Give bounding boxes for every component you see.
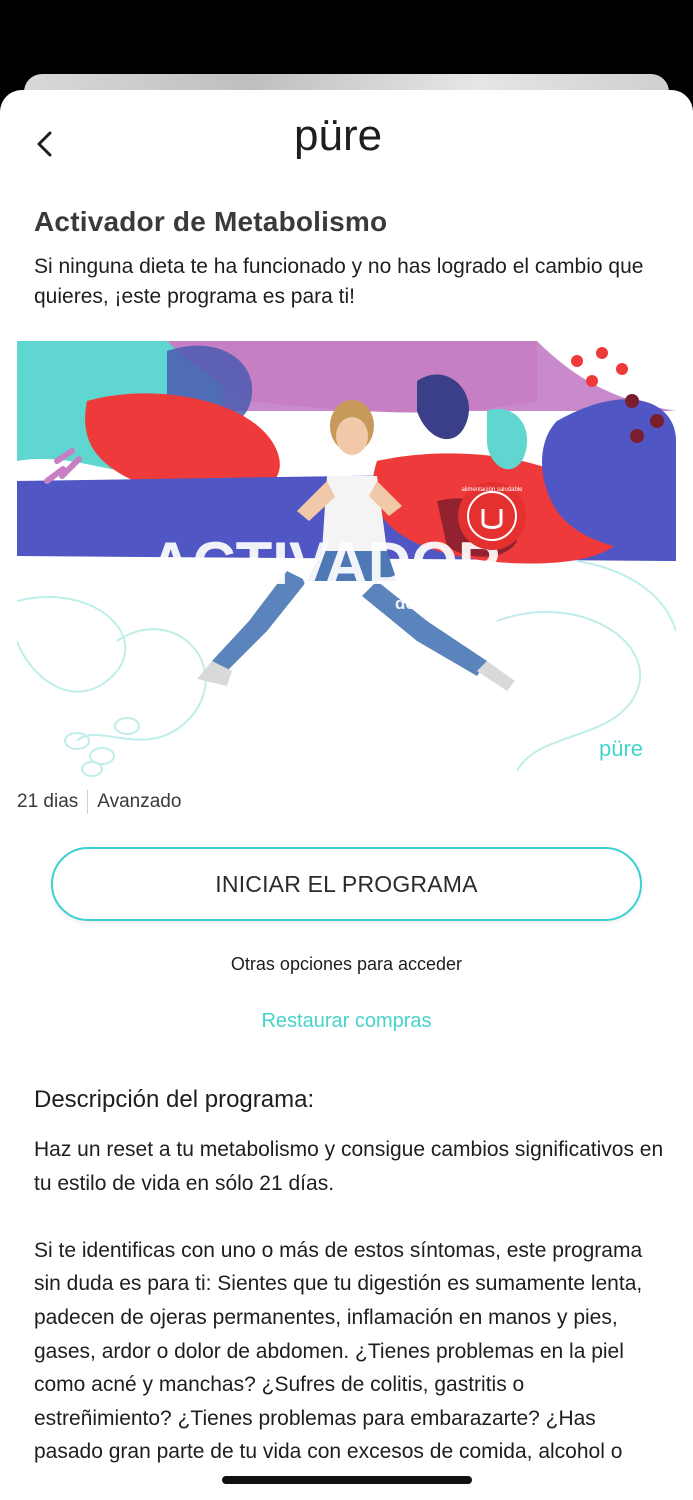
start-program-button[interactable]: INICIAR EL PROGRAMA [51, 847, 642, 921]
seal-text: alimentación saludable [461, 487, 523, 493]
description-heading: Descripción del programa: [34, 1086, 315, 1113]
program-hero-image: ACTIVADOR de metabolismo alimentación sa… [17, 341, 676, 781]
description-body: Haz un reset a tu metabolismo y consigue… [34, 1133, 664, 1500]
program-sheet: püre Activador de Metabolismo Si ninguna… [0, 90, 693, 1500]
meta-divider [87, 790, 89, 814]
program-duration: 21 dias [17, 791, 79, 812]
description-paragraph: Si te identificas con uno o más de estos… [34, 1238, 643, 1464]
program-title: Activador de Metabolismo [34, 206, 388, 237]
description-paragraph: Haz un reset a tu metabolismo y consigue… [34, 1138, 664, 1195]
hero-headline: ACTIVADOR [149, 530, 501, 597]
seal-icon: alimentación saludable [458, 482, 526, 550]
hero-subheadline: de metabolismo [395, 594, 524, 613]
program-level: Avanzado [97, 791, 182, 812]
home-indicator [222, 1476, 472, 1484]
restore-purchases-link[interactable]: Restaurar compras [0, 1010, 693, 1033]
hero-watermark: püre [599, 736, 643, 761]
logo-text: püre [294, 112, 382, 160]
program-meta: 21 dias Avanzado [17, 790, 181, 814]
top-nav: püre [0, 90, 693, 190]
back-button[interactable] [28, 126, 64, 162]
chevron-left-icon [37, 131, 52, 157]
pure-logo: püre [292, 111, 402, 168]
program-subtitle: Si ninguna dieta te ha funcionado y no h… [34, 255, 644, 308]
other-options-link[interactable]: Otras opciones para acceder [0, 954, 693, 975]
